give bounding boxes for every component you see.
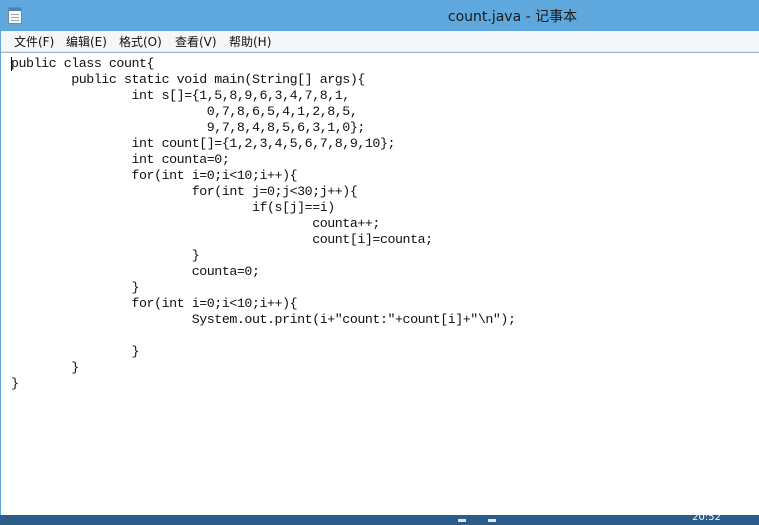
code-line[interactable]: int count[]={1,2,3,4,5,6,7,8,9,10};: [11, 136, 516, 152]
text-cursor: [11, 57, 12, 71]
menu-edit[interactable]: 编辑(E): [66, 33, 107, 50]
window-title: count.java - 记事本: [447, 9, 578, 25]
notepad-window: count.java - 记事本 文件(F) 编辑(E) 格式(O) 查看(V)…: [0, 0, 759, 516]
code-line[interactable]: }: [11, 344, 516, 360]
code-line[interactable]: counta=0;: [11, 264, 516, 280]
menu-help[interactable]: 帮助(H): [229, 33, 271, 50]
menu-view[interactable]: 查看(V): [175, 33, 217, 50]
code-line[interactable]: if(s[j]==i): [11, 200, 516, 216]
code-line[interactable]: }: [11, 376, 516, 392]
code-line[interactable]: System.out.print(i+"count:"+count[i]+"\n…: [11, 312, 516, 328]
taskbar: 20:52: [0, 512, 759, 525]
code-line[interactable]: int counta=0;: [11, 152, 516, 168]
code-line[interactable]: for(int i=0;i<10;i++){: [11, 168, 516, 184]
code-line[interactable]: 9,7,8,4,8,5,6,3,1,0};: [11, 120, 516, 136]
code-text[interactable]: public class count{ public static void m…: [11, 56, 516, 392]
menu-bar: 文件(F) 编辑(E) 格式(O) 查看(V) 帮助(H): [1, 31, 759, 52]
menu-format[interactable]: 格式(O): [119, 33, 162, 50]
code-line[interactable]: for(int j=0;j<30;j++){: [11, 184, 516, 200]
tray-icon[interactable]: [458, 519, 466, 522]
code-line[interactable]: int s[]={1,5,8,9,6,3,4,7,8,1,: [11, 88, 516, 104]
menu-file[interactable]: 文件(F): [14, 33, 54, 50]
code-line[interactable]: }: [11, 360, 516, 376]
code-line[interactable]: public class count{: [11, 56, 516, 72]
code-line[interactable]: public static void main(String[] args){: [11, 72, 516, 88]
text-editor[interactable]: public class count{ public static void m…: [1, 52, 759, 516]
title-bar[interactable]: count.java - 记事本: [0, 0, 759, 31]
code-line[interactable]: count[i]=counta;: [11, 232, 516, 248]
code-line[interactable]: }: [11, 248, 516, 264]
clock[interactable]: 20:52: [692, 512, 721, 523]
code-line[interactable]: 0,7,8,6,5,4,1,2,8,5,: [11, 104, 516, 120]
code-line[interactable]: }: [11, 280, 516, 296]
code-line[interactable]: [11, 328, 516, 344]
code-line[interactable]: counta++;: [11, 216, 516, 232]
tray-icon[interactable]: [488, 519, 496, 522]
code-line[interactable]: for(int i=0;i<10;i++){: [11, 296, 516, 312]
